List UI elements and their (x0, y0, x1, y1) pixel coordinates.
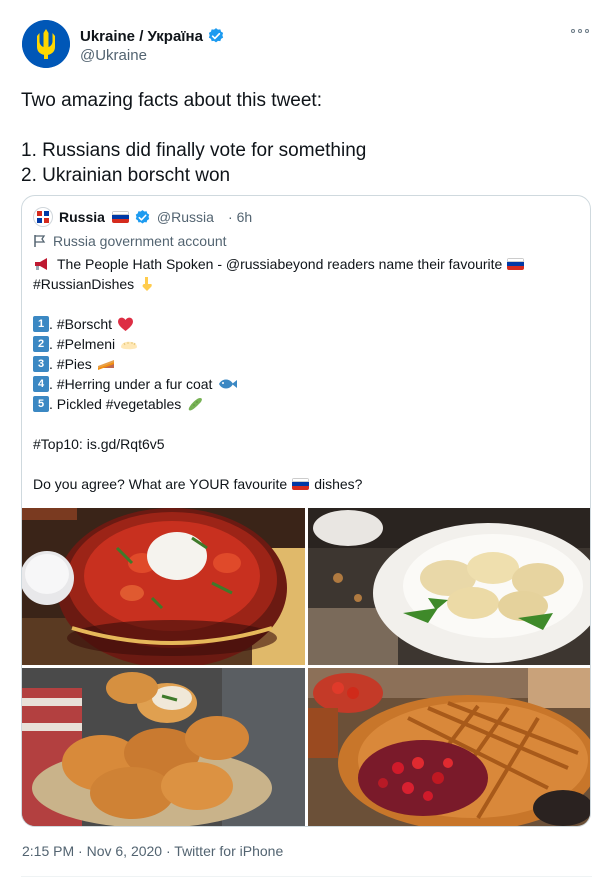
list-item-text[interactable]: . #Pelmeni (49, 334, 115, 354)
meta-dot: · (78, 843, 83, 859)
quoted-timestamp[interactable]: 6h (237, 209, 253, 225)
avatar[interactable] (22, 20, 70, 68)
tweet-date-link[interactable]: Nov 6, 2020 (87, 843, 163, 859)
list-item-text[interactable]: . #Borscht (49, 314, 112, 334)
list-item: 4 . #Herring under a fur coat (33, 374, 581, 394)
russia-flag-icon (507, 258, 525, 270)
list-item-text[interactable]: . Pickled #vegetables (49, 394, 181, 414)
keycap-icon: 3 (33, 356, 49, 372)
tweet-time-link[interactable]: 2:15 PM (22, 843, 74, 859)
verified-badge-icon (208, 28, 224, 43)
quoted-author-handle[interactable]: @Russia (157, 209, 214, 225)
fish-icon (219, 379, 238, 389)
list-item: 3 . #Pies (33, 354, 581, 374)
russia-flag-icon (111, 211, 129, 223)
author-handle[interactable]: @Ukraine (80, 47, 147, 64)
government-account-label: Russia government account (33, 232, 227, 250)
tweet-line: 2. Ukrainian borscht won (21, 165, 231, 186)
pelmeni-photo[interactable] (308, 508, 590, 665)
borscht-photo[interactable] (22, 508, 305, 665)
pointing-down-icon (142, 277, 152, 291)
list-item: 1 . #Borscht (33, 314, 581, 334)
keycap-icon: 2 (33, 336, 49, 352)
more-options-icon[interactable] (570, 26, 590, 36)
question-line: Do you agree? What are YOUR favourite di… (33, 474, 581, 494)
trident-icon (22, 20, 70, 68)
separator-dot: · (227, 209, 233, 225)
meta-dot: · (165, 843, 171, 859)
author-name-line[interactable]: Ukraine / Україна (80, 27, 225, 45)
question-text-end: dishes? (314, 476, 363, 492)
top10-line: #Top10: is.gd/Rqt6v5 (33, 434, 581, 454)
top10-link[interactable]: #Top10: is.gd/Rqt6v5 (33, 434, 165, 454)
list-item: 5 . Pickled #vegetables (33, 394, 581, 414)
verified-badge-icon (135, 209, 150, 224)
government-account-text: Russia government account (53, 233, 227, 249)
intro-line: The People Hath Spoken - @russiabeyond r… (33, 254, 581, 274)
russia-flag-icon (292, 478, 310, 490)
heart-icon (118, 317, 134, 331)
pie-icon (97, 360, 114, 370)
quoted-tweet-body: The People Hath Spoken - @russiabeyond r… (33, 254, 581, 494)
tweet-line (21, 113, 586, 138)
russia-emblem-icon (37, 211, 49, 223)
hashtag-link[interactable]: #RussianDishes (33, 274, 134, 294)
question-text: Do you agree? What are YOUR favourite (33, 476, 288, 492)
berry-pie-photo[interactable] (308, 668, 590, 826)
pirozhki-photo[interactable] (22, 668, 305, 826)
keycap-icon: 1 (33, 316, 49, 332)
flag-icon (34, 235, 46, 247)
divider (21, 876, 592, 877)
intro-line: #RussianDishes (33, 274, 581, 294)
tweet-source-link[interactable]: Twitter for iPhone (174, 843, 283, 859)
tweet-text: Two amazing facts about this tweet: 1. R… (21, 88, 586, 188)
quoted-avatar[interactable] (33, 207, 53, 227)
list-item-text[interactable]: . #Pies (49, 354, 92, 374)
author-name[interactable]: Ukraine / Україна (80, 28, 203, 45)
quoted-tweet[interactable]: Russia @Russia · 6h Russia government ac… (21, 195, 591, 827)
list-item-text[interactable]: . #Herring under a fur coat (49, 374, 212, 394)
cucumber-icon (189, 398, 203, 411)
tweet-meta: 2:15 PM · Nov 6, 2020 · Twitter for iPho… (22, 843, 283, 859)
tweet-header: Ukraine / Україна @Ukraine (22, 20, 592, 70)
intro-text: The People Hath Spoken - @russiabeyond r… (57, 256, 503, 272)
quoted-author-name[interactable]: Russia (59, 209, 105, 225)
tweet-line: Two amazing facts about this tweet: (21, 90, 322, 111)
list-item: 2 . #Pelmeni (33, 334, 581, 354)
tweet-line: 1. Russians did finally vote for somethi… (21, 140, 367, 161)
photo-grid (22, 508, 590, 826)
keycap-icon: 5 (33, 396, 49, 412)
megaphone-icon (35, 258, 47, 270)
quoted-tweet-header: Russia @Russia · 6h (33, 206, 252, 228)
dumpling-icon (121, 341, 138, 350)
keycap-icon: 4 (33, 376, 49, 392)
